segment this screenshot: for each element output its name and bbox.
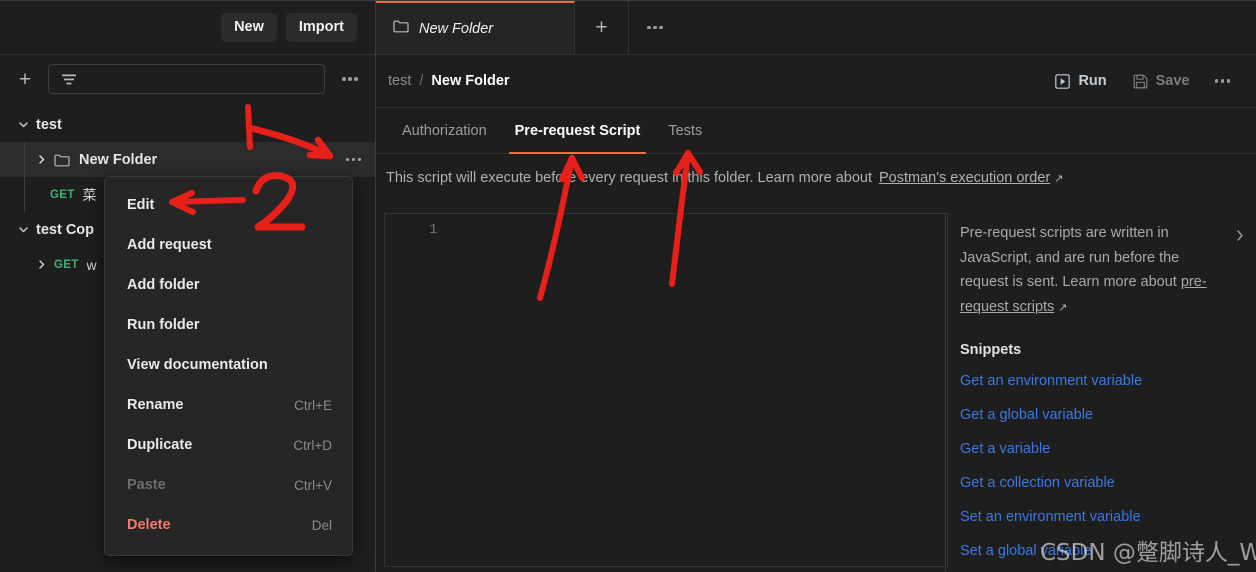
- description-label: This script will execute before every re…: [386, 170, 872, 186]
- snippet-get-a-collection-variable[interactable]: Get a collection variable: [960, 466, 1242, 500]
- filter-icon: [62, 74, 76, 84]
- request-name-label: 菜: [82, 186, 97, 203]
- request-name-label: w: [86, 256, 97, 273]
- execution-order-link[interactable]: Postman's execution order: [879, 170, 1050, 186]
- search-input[interactable]: [48, 64, 325, 94]
- run-button[interactable]: Run: [1046, 68, 1115, 94]
- breadcrumb-bar: test / New Folder Run Save: [376, 55, 1256, 108]
- save-label: Save: [1155, 73, 1190, 89]
- external-link-icon: ↗: [1054, 172, 1064, 185]
- context-menu-item-label: Rename: [127, 397, 184, 413]
- chevron-down-icon[interactable]: [14, 221, 32, 239]
- context-menu-item-shortcut: Ctrl+D: [293, 437, 332, 453]
- tab-bar-more-icon[interactable]: [629, 1, 681, 54]
- context-menu-item-rename[interactable]: Rename Ctrl+E: [105, 385, 352, 425]
- chevron-down-icon[interactable]: [14, 116, 32, 134]
- page-title: New Folder: [431, 73, 510, 89]
- tree-item-more-icon[interactable]: [345, 157, 361, 162]
- help-paragraph: Pre-request scripts are written in JavaS…: [960, 221, 1242, 320]
- tab-title: New Folder: [419, 20, 494, 37]
- snippets-heading: Snippets: [960, 342, 1022, 358]
- sub-tab-bar: Authorization Pre-request Script Tests: [376, 108, 1256, 154]
- postman-window: New Import + test New Folder GET 菜 test …: [0, 0, 1256, 572]
- chevron-right-icon[interactable]: [1234, 229, 1246, 247]
- tab-pre-request-script[interactable]: Pre-request Script: [501, 108, 655, 154]
- sidebar-more-icon[interactable]: [335, 65, 365, 93]
- help-panel: Pre-request scripts are written in JavaS…: [945, 213, 1256, 572]
- editor-line-number: 1: [429, 222, 438, 238]
- snippet-get-a-global-variable[interactable]: Get a global variable: [960, 398, 1242, 432]
- context-menu-item-label: Paste: [127, 477, 166, 493]
- context-menu-item-view-documentation[interactable]: View documentation: [105, 345, 352, 385]
- context-menu-item-label: View documentation: [127, 357, 268, 373]
- play-icon: [1055, 73, 1071, 89]
- tab-label: Tests: [668, 122, 703, 139]
- tab-label: Pre-request Script: [514, 122, 641, 139]
- context-menu-item-paste: Paste Ctrl+V: [105, 465, 352, 505]
- help-paragraph-text: Pre-request scripts are written in JavaS…: [960, 225, 1180, 290]
- external-link-icon: ↗: [1058, 301, 1068, 314]
- new-button[interactable]: New: [221, 13, 277, 42]
- folder-icon: [54, 153, 70, 167]
- tab-label: Authorization: [402, 122, 487, 139]
- header-actions: Run Save: [1046, 68, 1238, 94]
- context-menu-item-shortcut: Del: [311, 517, 332, 533]
- context-menu-item-label: Delete: [127, 517, 171, 533]
- tab-authorization[interactable]: Authorization: [388, 108, 501, 153]
- tab-new-folder[interactable]: New Folder: [376, 1, 575, 54]
- breadcrumb-separator: /: [419, 73, 424, 89]
- context-menu-item-duplicate[interactable]: Duplicate Ctrl+D: [105, 425, 352, 465]
- context-menu-item-delete[interactable]: Delete Del: [105, 505, 352, 545]
- tree-item-label: test Cop: [36, 221, 94, 238]
- context-menu-item-edit[interactable]: Edit: [105, 185, 352, 225]
- context-menu-item-label: Edit: [127, 197, 155, 213]
- folder-icon: [393, 19, 409, 38]
- tree-item-folder-new-folder[interactable]: New Folder: [0, 142, 375, 177]
- context-menu-item-label: Add request: [127, 237, 212, 253]
- context-menu-item-label: Add folder: [127, 277, 200, 293]
- snippet-get-an-environment-variable[interactable]: Get an environment variable: [960, 364, 1242, 398]
- tree-item-collection-test[interactable]: test: [0, 107, 375, 142]
- tree-item-label: New Folder: [79, 151, 158, 168]
- add-new-icon[interactable]: +: [12, 66, 38, 92]
- description-text: This script will execute before every re…: [376, 154, 1256, 202]
- context-menu-item-run-folder[interactable]: Run folder: [105, 305, 352, 345]
- context-menu-item-label: Run folder: [127, 317, 200, 333]
- script-editor[interactable]: 1: [384, 213, 948, 567]
- header-more-icon[interactable]: [1207, 79, 1239, 83]
- context-menu-item-label: Duplicate: [127, 437, 193, 453]
- sidebar-filter-row: +: [0, 55, 375, 103]
- chevron-right-icon[interactable]: [32, 151, 50, 169]
- new-tab-icon[interactable]: +: [575, 1, 629, 54]
- run-label: Run: [1078, 73, 1107, 89]
- snippet-get-a-variable[interactable]: Get a variable: [960, 432, 1242, 466]
- request-method-label: GET: [50, 188, 75, 201]
- folder-context-menu[interactable]: Edit Add request Add folder Run folder V…: [104, 176, 353, 556]
- breadcrumb-parent[interactable]: test: [388, 73, 411, 89]
- snippet-set-an-environment-variable[interactable]: Set an environment variable: [960, 500, 1242, 534]
- tab-bar: New Folder +: [376, 1, 1256, 55]
- import-button[interactable]: Import: [285, 13, 357, 42]
- context-menu-item-add-folder[interactable]: Add folder: [105, 265, 352, 305]
- context-menu-item-shortcut: Ctrl+E: [294, 397, 332, 413]
- save-button[interactable]: Save: [1124, 68, 1199, 94]
- tab-tests[interactable]: Tests: [654, 108, 716, 153]
- tree-item-label: test: [36, 116, 62, 133]
- context-menu-item-add-request[interactable]: Add request: [105, 225, 352, 265]
- save-icon: [1133, 74, 1148, 88]
- context-menu-item-shortcut: Ctrl+V: [294, 477, 332, 493]
- sidebar-toolbar: New Import: [0, 1, 375, 55]
- request-method-label: GET: [54, 258, 79, 271]
- watermark: CSDN @蹩脚诗人_Ww: [1040, 540, 1256, 566]
- chevron-right-icon[interactable]: [32, 256, 50, 274]
